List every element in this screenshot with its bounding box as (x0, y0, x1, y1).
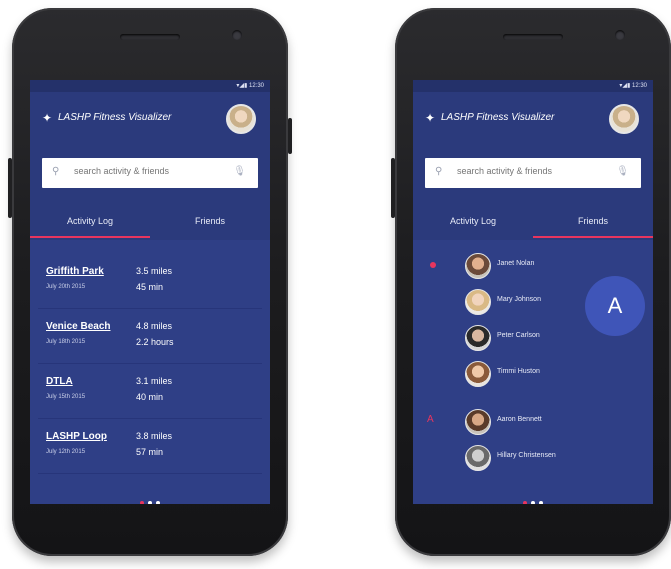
status-time: 12:30 (248, 83, 264, 89)
list-item[interactable]: A Aaron Bennett (413, 404, 653, 440)
avatar (465, 361, 491, 387)
mic-icon[interactable]: 🎙 (233, 166, 246, 177)
tab-bar: Activity Log Friends (30, 208, 270, 238)
phone-left: ▾◢▮ 12:30 ✦ LASHP Fitness Visualizer ⚲ 🎙… (8, 8, 292, 556)
tab-activity-log[interactable]: Activity Log (413, 208, 533, 238)
list-item[interactable]: Timmi Huston (413, 356, 653, 392)
avatar (465, 289, 491, 315)
page-indicator (413, 492, 653, 504)
screen-activity-log: ▾◢▮ 12:30 ✦ LASHP Fitness Visualizer ⚲ 🎙… (30, 80, 270, 504)
tab-indicator (533, 236, 653, 238)
friend-name: Hillary Christensen (497, 452, 556, 459)
activity-duration: 45 min (136, 282, 164, 292)
front-camera (615, 30, 625, 40)
activity-name[interactable]: DTLA (46, 376, 73, 387)
list-item[interactable]: Griffith Park July 20th 2015 3.5 miles 4… (38, 254, 262, 309)
activity-name[interactable]: Venice Beach (46, 321, 110, 332)
avatar (465, 253, 491, 279)
activity-distance: 3.5 miles (136, 266, 173, 276)
avatar (465, 409, 491, 435)
list-item[interactable]: LASHP Loop July 12th 2015 3.8 miles 57 m… (38, 419, 262, 474)
activity-list: Griffith Park July 20th 2015 3.5 miles 4… (38, 254, 262, 474)
page-dot[interactable] (140, 501, 144, 504)
phone-right: ▾◢▮ 12:30 ✦ LASHP Fitness Visualizer ⚲ 🎙… (391, 8, 671, 556)
activity-date: July 15th 2015 (46, 394, 86, 400)
activity-date: July 20th 2015 (46, 284, 86, 290)
friend-name: Peter Carlson (497, 332, 540, 339)
activity-name[interactable]: LASHP Loop (46, 431, 107, 442)
tab-activity-log[interactable]: Activity Log (30, 208, 150, 238)
list-item[interactable]: DTLA July 15th 2015 3.1 miles 40 min (38, 364, 262, 419)
activity-duration: 57 min (136, 447, 164, 457)
mic-icon[interactable]: 🎙 (616, 166, 629, 177)
section-letter: A (427, 414, 434, 425)
app-bar: ✦ LASHP Fitness Visualizer (413, 92, 653, 146)
activity-distance: 3.1 miles (136, 376, 173, 386)
runner-logo-icon: ✦ (425, 111, 436, 125)
avatar (465, 325, 491, 351)
tab-indicator (30, 236, 150, 238)
search-input[interactable] (455, 165, 609, 177)
power-button (288, 118, 292, 154)
search-bar[interactable]: ⚲ 🎙 (42, 158, 258, 188)
page-dot[interactable] (531, 501, 535, 504)
signal-icon: ▾◢▮ (236, 83, 248, 89)
list-item[interactable]: Hillary Christensen (413, 440, 653, 476)
activity-distance: 4.8 miles (136, 321, 173, 331)
front-camera (232, 30, 242, 40)
avatar (465, 445, 491, 471)
activity-name[interactable]: Griffith Park (46, 266, 104, 277)
page-indicator (30, 492, 270, 504)
page-dot[interactable] (539, 501, 543, 504)
status-bar: ▾◢▮ 12:30 (413, 80, 653, 92)
list-item[interactable]: Venice Beach July 18th 2015 4.8 miles 2.… (38, 309, 262, 364)
activity-date: July 18th 2015 (46, 339, 86, 345)
page-dot[interactable] (148, 501, 152, 504)
activity-distance: 3.8 miles (136, 431, 173, 441)
volume-button (391, 158, 395, 218)
profile-avatar[interactable] (226, 104, 256, 134)
fast-scroll-letter-bubble[interactable]: A (585, 276, 645, 336)
earpiece-speaker (120, 34, 180, 40)
search-icon: ⚲ (435, 166, 443, 177)
app-title: LASHP Fitness Visualizer (58, 112, 172, 123)
signal-icon: ▾◢▮ (619, 83, 631, 89)
volume-button (8, 158, 12, 218)
profile-avatar[interactable] (609, 104, 639, 134)
page-dot[interactable] (523, 501, 527, 504)
activity-log-panel: Griffith Park July 20th 2015 3.5 miles 4… (30, 240, 270, 504)
page-dot[interactable] (156, 501, 160, 504)
app-bar: ✦ LASHP Fitness Visualizer (30, 92, 270, 146)
runner-logo-icon: ✦ (42, 111, 53, 125)
section-marker-dot (430, 262, 436, 268)
earpiece-speaker (503, 34, 563, 40)
status-bar: ▾◢▮ 12:30 (30, 80, 270, 92)
activity-date: July 12th 2015 (46, 449, 86, 455)
search-icon: ⚲ (52, 166, 60, 177)
friend-name: Mary Johnson (497, 296, 541, 303)
friend-name: Timmi Huston (497, 368, 540, 375)
search-input[interactable] (72, 165, 226, 177)
activity-duration: 2.2 hours (136, 337, 174, 347)
tab-bar: Activity Log Friends (413, 208, 653, 238)
app-title: LASHP Fitness Visualizer (441, 112, 555, 123)
activity-duration: 40 min (136, 392, 164, 402)
friend-name: Aaron Bennett (497, 416, 542, 423)
tab-friends[interactable]: Friends (533, 208, 653, 238)
search-bar[interactable]: ⚲ 🎙 (425, 158, 641, 188)
tab-friends[interactable]: Friends (150, 208, 270, 238)
status-time: 12:30 (631, 83, 647, 89)
friend-name: Janet Nolan (497, 260, 535, 267)
